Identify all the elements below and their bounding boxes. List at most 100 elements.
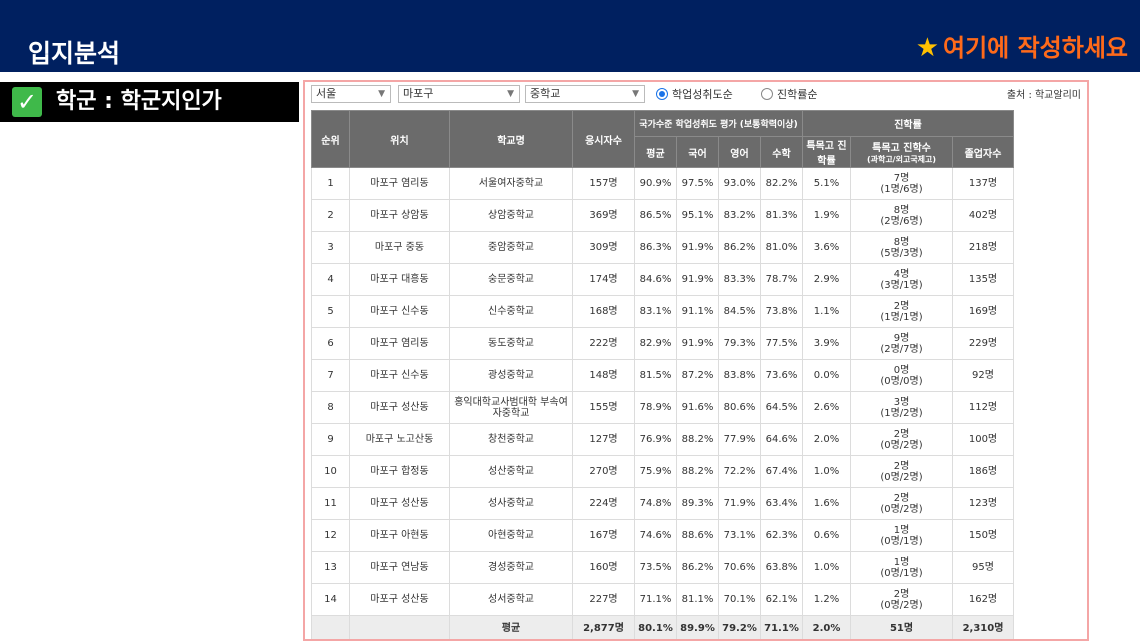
cell-graduates: 112명 — [952, 391, 1014, 424]
table-row: 8 마포구 성산동 홍익대학교사범대학 부속여자중학교 155명 78.9% 91.6% 8… — [311, 391, 1014, 424]
avg-label: 평균 — [449, 615, 573, 639]
cell-math: 78.7% — [760, 263, 803, 296]
special-count-total: 0명 — [893, 364, 910, 376]
cell-special-count: 3명 (1명/2명) — [850, 391, 953, 424]
cell-applicants: 309명 — [572, 231, 635, 264]
cell-special-count: 2명 (0명/2명) — [850, 455, 953, 488]
cell-applicants: 160명 — [572, 551, 635, 584]
district-select[interactable]: 마포구 ▼ — [398, 85, 520, 103]
cell-english: 77.9% — [718, 423, 761, 456]
cell-rank: 8 — [311, 391, 350, 424]
special-count-total: 7명 — [893, 172, 910, 184]
cell-applicants: 155명 — [572, 391, 635, 424]
cell-rank: 2 — [311, 199, 350, 232]
cell-korean: 97.5% — [676, 167, 719, 200]
cell-rank: 14 — [311, 583, 350, 616]
table-row: 11 마포구 성산동 성사중학교 224명 74.8% 89.3% 71.9% 63.4% 1.… — [311, 487, 1014, 520]
cell-average: 90.9% — [634, 167, 677, 200]
cell-location: 마포구 아현동 — [349, 519, 450, 552]
cell-average: 78.9% — [634, 391, 677, 424]
city-select[interactable]: 서울 ▼ — [311, 85, 391, 103]
special-count-detail: (1명/1명) — [880, 311, 923, 323]
cell-special-count: 9명 (2명/7명) — [850, 327, 953, 360]
radio-advancement-label: 진학률순 — [777, 88, 818, 101]
cell-korean: 88.2% — [676, 423, 719, 456]
cell-applicants: 369명 — [572, 199, 635, 232]
cell-special-count: 4명 (3명/1명) — [850, 263, 953, 296]
cell-applicants: 174명 — [572, 263, 635, 296]
cell-english: 80.6% — [718, 391, 761, 424]
special-count-total: 1명 — [893, 556, 910, 568]
avg-applicants: 2,877명 — [572, 615, 635, 639]
cell-korean: 89.3% — [676, 487, 719, 520]
cell-average: 74.6% — [634, 519, 677, 552]
cell-english: 79.3% — [718, 327, 761, 360]
cell-korean: 88.2% — [676, 455, 719, 488]
cell-special-count: 1명 (0명/1명) — [850, 519, 953, 552]
cell-location: 마포구 염리동 — [349, 327, 450, 360]
cell-korean: 91.1% — [676, 295, 719, 328]
special-count-total: 4명 — [893, 268, 910, 280]
col-group-advancement: 진학률 — [802, 110, 1014, 137]
special-count-total: 2명 — [893, 492, 910, 504]
cell-graduates: 95명 — [952, 551, 1014, 584]
special-count-total: 2명 — [893, 428, 910, 440]
cell-applicants: 270명 — [572, 455, 635, 488]
city-select-value: 서울 — [316, 87, 337, 100]
chevron-down-icon: ▼ — [378, 89, 385, 99]
cell-location: 마포구 신수동 — [349, 295, 450, 328]
cell-korean: 88.6% — [676, 519, 719, 552]
school-level-select[interactable]: 중학교 ▼ — [525, 85, 645, 103]
cell-school: 숭문중학교 — [449, 263, 573, 296]
avg-graduates: 2,310명 — [952, 615, 1014, 639]
table-row: 3 마포구 중동 중암중학교 309명 86.3% 91.9% 86.2% 81.0% 3.6%… — [311, 231, 1014, 264]
cell-special-rate: 0.0% — [802, 359, 851, 392]
cell-school: 창천중학교 — [449, 423, 573, 456]
special-count-detail: (0명/0명) — [880, 375, 923, 387]
radio-achievement-label: 학업성취도순 — [672, 88, 733, 101]
cell-special-count: 2명 (0명/2명) — [850, 423, 953, 456]
cell-rank: 10 — [311, 455, 350, 488]
cell-rank: 11 — [311, 487, 350, 520]
col-school: 학교명 — [449, 110, 573, 168]
cell-special-rate: 3.6% — [802, 231, 851, 264]
cell-school: 신수중학교 — [449, 295, 573, 328]
cell-graduates: 162명 — [952, 583, 1014, 616]
cell-special-rate: 2.6% — [802, 391, 851, 424]
cell-graduates: 100명 — [952, 423, 1014, 456]
cell-special-rate: 2.9% — [802, 263, 851, 296]
avg-cell-blank — [349, 615, 450, 639]
cell-graduates: 169명 — [952, 295, 1014, 328]
special-count-detail: (1명/6명) — [880, 183, 923, 195]
cell-math: 64.6% — [760, 423, 803, 456]
cell-average: 74.8% — [634, 487, 677, 520]
cell-rank: 4 — [311, 263, 350, 296]
cell-special-count: 1명 (0명/1명) — [850, 551, 953, 584]
chevron-down-icon: ▼ — [632, 89, 639, 99]
radio-advancement[interactable]: 진학률순 — [761, 86, 817, 102]
cell-graduates: 218명 — [952, 231, 1014, 264]
cell-english: 84.5% — [718, 295, 761, 328]
cell-special-rate: 1.0% — [802, 455, 851, 488]
cell-english: 70.6% — [718, 551, 761, 584]
cell-special-rate: 1.0% — [802, 551, 851, 584]
special-count-detail: (5명/3명) — [880, 247, 923, 259]
cell-location: 마포구 성산동 — [349, 487, 450, 520]
cell-math: 62.3% — [760, 519, 803, 552]
special-count-total: 1명 — [893, 524, 910, 536]
cell-special-rate: 1.2% — [802, 583, 851, 616]
special-count-total: 2명 — [893, 300, 910, 312]
col-korean: 국어 — [676, 136, 719, 168]
cell-applicants: 224명 — [572, 487, 635, 520]
cell-math: 67.4% — [760, 455, 803, 488]
col-special-count: 특목고 진학수 (과학고/외고국제고) — [850, 136, 953, 168]
cell-korean: 91.9% — [676, 327, 719, 360]
radio-achievement[interactable]: 학업성취도순 — [656, 86, 733, 102]
special-count-detail: (0명/1명) — [880, 535, 923, 547]
col-special-rate: 특목고 진학률 — [802, 136, 851, 168]
school-ranking-table: 순위 위치 학교명 응시자수 국가수준 학업성취도 평가 (보통학력이상) 진학… — [311, 110, 1014, 639]
cell-english: 71.9% — [718, 487, 761, 520]
cell-math: 81.3% — [760, 199, 803, 232]
cell-applicants: 157명 — [572, 167, 635, 200]
table-row: 1 마포구 염리동 서울여자중학교 157명 90.9% 97.5% 93.0% 82.2% 5… — [311, 167, 1014, 200]
